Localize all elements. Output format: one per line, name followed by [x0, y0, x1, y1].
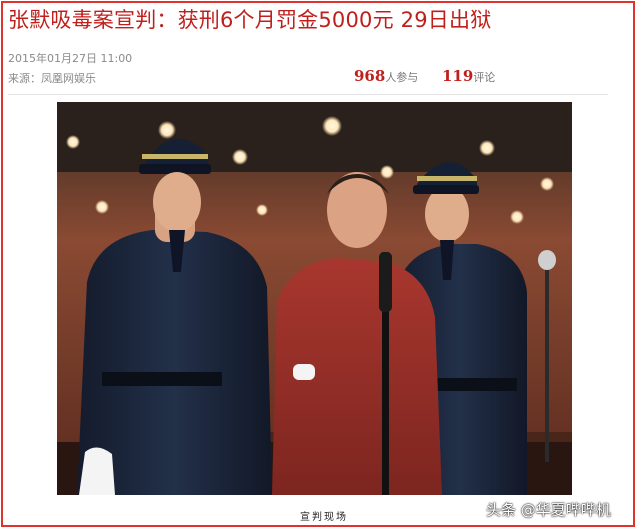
- article-headline: 张默吸毒案宣判：获刑6个月罚金5000元 29日出狱: [8, 8, 492, 32]
- participants-number: 968: [354, 67, 386, 85]
- article-source: 来源：凤凰网娱乐: [8, 72, 96, 85]
- article-date: 2015年01月27日 11:00: [8, 52, 133, 65]
- photo-caption: 宣判现场: [300, 512, 348, 523]
- header-divider: [8, 94, 608, 95]
- participants-label: 人参与: [385, 71, 419, 84]
- comments-label: 评论: [473, 71, 496, 84]
- watermark: 头条 @华夏哔哔机: [486, 501, 611, 519]
- courtroom-photo: [57, 102, 572, 495]
- comments-number: 119: [442, 67, 474, 85]
- participants-count[interactable]: 968人参与: [354, 67, 418, 85]
- comments-link[interactable]: 119评论: [442, 67, 495, 85]
